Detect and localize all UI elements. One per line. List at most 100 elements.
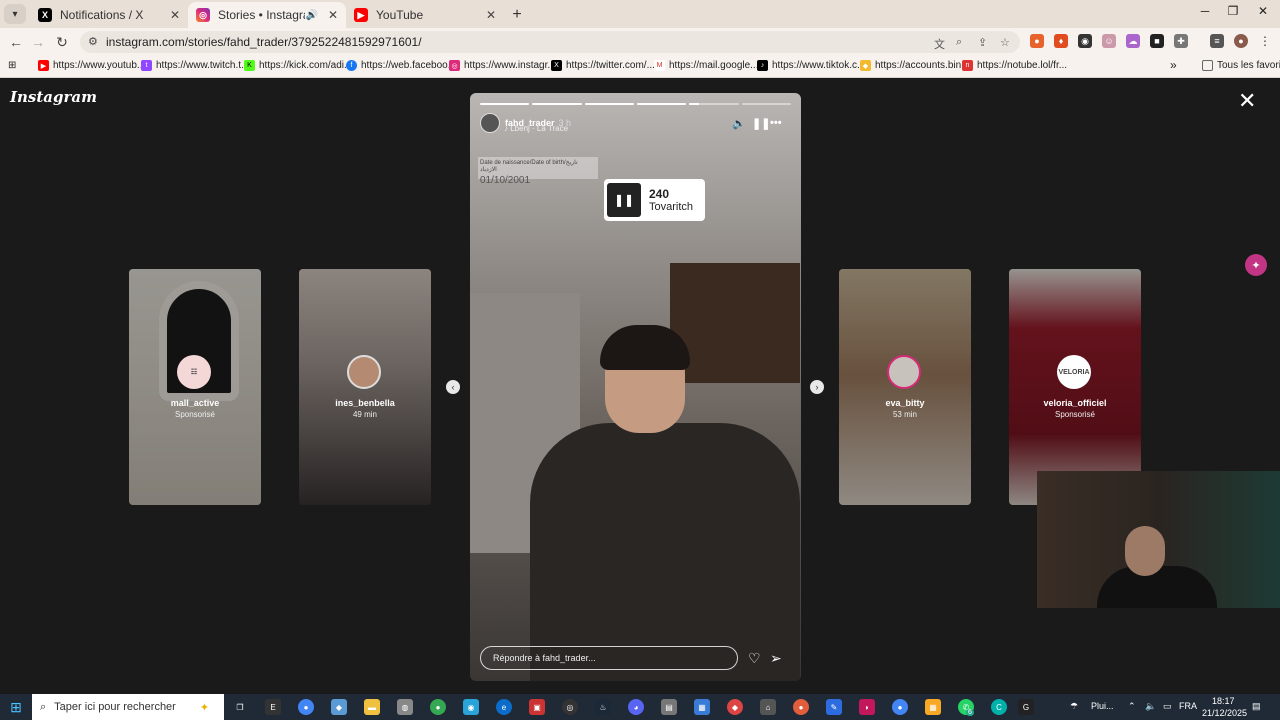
apps-grid-icon[interactable]: ⊞ xyxy=(8,60,16,71)
volume-icon[interactable]: 🔈 xyxy=(1145,701,1156,712)
notube-logo-icon: n xyxy=(962,60,973,71)
extension-dark-icon[interactable]: ■ xyxy=(1150,34,1164,48)
app-icon[interactable]: ✎ xyxy=(826,699,842,715)
site-info-icon[interactable]: ⚙ xyxy=(88,35,98,48)
taskbar-search[interactable]: ⌕ Taper ici pour rechercher ✦ xyxy=(32,694,224,720)
obs-icon[interactable]: ◎ xyxy=(562,699,578,715)
music-sticker[interactable]: ❚❚ 240 Tovaritch xyxy=(604,179,705,221)
tray-chevron-icon[interactable]: ⌃ xyxy=(1128,701,1136,712)
extension-circle-icon[interactable]: ◉ xyxy=(1078,34,1092,48)
clock-time[interactable]: 18:17 xyxy=(1212,696,1235,706)
chrome-icon[interactable]: ● xyxy=(892,699,908,715)
side-story-mall-active[interactable]: ☷ mall_active Sponsorisé xyxy=(129,269,261,505)
bookmark-twitch[interactable]: t https://www.twitch.t... xyxy=(141,60,249,71)
extension-badge-icon[interactable]: ✦ xyxy=(1245,254,1267,276)
minimize-button[interactable]: ─ xyxy=(1190,4,1220,18)
clock-date[interactable]: 21/12/2025 xyxy=(1202,708,1247,718)
bookmark-twitter[interactable]: Xhttps://twitter.com/... xyxy=(551,60,655,71)
app-icon[interactable]: ◉ xyxy=(463,699,479,715)
zoom-icon[interactable]: ⌕ xyxy=(956,36,962,49)
previous-story-button[interactable]: ‹ xyxy=(446,380,460,394)
translate-icon[interactable]: 文 xyxy=(934,36,945,52)
pause-icon[interactable]: ❚❚ xyxy=(752,117,770,130)
task-view-icon[interactable]: ❐ xyxy=(232,699,248,715)
side-story-ines-benbella[interactable]: ines_benbella 49 min xyxy=(299,269,431,505)
app-icon[interactable]: ◆ xyxy=(727,699,743,715)
bookmark-star-icon[interactable]: ☆ xyxy=(1000,36,1010,49)
like-heart-icon[interactable]: ♡ xyxy=(748,650,761,667)
install-icon[interactable]: ⇪ xyxy=(978,36,987,49)
app-icon[interactable]: G xyxy=(1018,699,1034,715)
forward-button[interactable]: → xyxy=(26,34,50,50)
weather-icon[interactable]: ☂ xyxy=(1070,701,1078,712)
notifications-icon[interactable]: ▤ xyxy=(1252,701,1261,712)
share-send-icon[interactable]: ➢ xyxy=(770,650,782,667)
app-icon[interactable]: ◍ xyxy=(397,699,413,715)
extensions-puzzle-icon[interactable]: ✚ xyxy=(1174,34,1188,48)
chrome-active-icon[interactable]: ● xyxy=(793,699,809,715)
calculator-icon[interactable]: ▦ xyxy=(694,699,710,715)
edge-icon[interactable]: e xyxy=(496,699,512,715)
restore-button[interactable]: ❐ xyxy=(1218,4,1248,18)
next-story-button[interactable]: › xyxy=(810,380,824,394)
bookmark-facebook[interactable]: f https://web.faceboo... xyxy=(346,60,456,71)
extension-fox-icon[interactable]: ● xyxy=(1030,34,1044,48)
tab-x[interactable]: X Notifications / X ✕ xyxy=(30,2,188,28)
story-music[interactable]: ♪ Lbenj · La Trace xyxy=(504,124,568,133)
app-icon[interactable]: ▦ xyxy=(925,699,941,715)
tab-instagram[interactable]: ◎ Stories • Instagram 🔊 ✕ xyxy=(188,2,346,28)
side-story-veloria-officiel[interactable]: VELORIA veloria_officiel Sponsorisé xyxy=(1009,269,1141,505)
extension-face-icon[interactable]: ☺ xyxy=(1102,34,1116,48)
close-window-button[interactable]: ✕ xyxy=(1248,4,1278,18)
language-indicator[interactable]: FRA xyxy=(1179,701,1197,711)
bookmark-binance[interactable]: ◆ https://accounts.bin... xyxy=(860,60,970,71)
side-story-eva-bitty[interactable]: eva_bitty 53 min xyxy=(839,269,971,505)
close-tab-icon[interactable]: ✕ xyxy=(328,8,338,22)
app-icon[interactable]: ▤ xyxy=(661,699,677,715)
story-avatar[interactable] xyxy=(480,113,500,133)
bookmark-instagram[interactable]: ◎ https://www.instagr... xyxy=(449,60,556,71)
chrome-profile-icon[interactable]: ● xyxy=(430,699,446,715)
profile-avatar[interactable]: ● xyxy=(1234,34,1248,48)
more-options-icon[interactable]: ••• xyxy=(770,117,782,129)
new-tab-button[interactable]: + xyxy=(504,2,530,28)
close-tab-icon[interactable]: ✕ xyxy=(486,8,496,22)
close-stories-button[interactable]: ✕ xyxy=(1238,90,1256,112)
more-bookmarks-chevron[interactable]: » xyxy=(1170,58,1177,72)
instagram-logo[interactable]: Instagram xyxy=(10,88,97,106)
media-control-icon[interactable]: ≡ xyxy=(1210,34,1224,48)
menu-kebab-icon[interactable]: ⋮ xyxy=(1258,34,1272,48)
bookmark-tiktok[interactable]: ♪ https://www.tiktok.c... xyxy=(757,60,865,71)
extension-fire-icon[interactable]: ♦ xyxy=(1054,34,1068,48)
app-icon[interactable]: ◆ xyxy=(331,699,347,715)
app-icon[interactable]: ◗ xyxy=(859,699,875,715)
epic-games-icon[interactable]: E xyxy=(265,699,281,715)
speaker-icon[interactable]: 🔊 xyxy=(305,10,317,21)
windows-start-icon[interactable]: ⊞ xyxy=(0,699,32,716)
app-icon[interactable]: ▣ xyxy=(529,699,545,715)
tab-youtube[interactable]: ▶ YouTube ✕ xyxy=(346,2,504,28)
discord-icon[interactable]: ◕ xyxy=(628,699,644,715)
close-tab-icon[interactable]: ✕ xyxy=(170,8,180,22)
address-bar[interactable]: ⚙ instagram.com/stories/fahd_trader/3792… xyxy=(80,31,1020,53)
file-explorer-icon[interactable]: ▬ xyxy=(364,699,380,715)
app-icon[interactable]: ⌂ xyxy=(760,699,776,715)
active-story[interactable]: fahd_trader 3 h ♪ Lbenj · La Trace 🔈 ❚❚ … xyxy=(470,93,801,681)
weather-label[interactable]: Plui... xyxy=(1091,701,1114,711)
steam-icon[interactable]: ♨ xyxy=(595,699,611,715)
chrome-icon[interactable]: ● xyxy=(298,699,314,715)
reload-button[interactable]: ↻ xyxy=(50,34,74,51)
bookmark-kick[interactable]: Khttps://kick.com/adi... xyxy=(244,60,352,71)
extension-cloud-icon[interactable]: ☁ xyxy=(1126,34,1140,48)
bookmark-gmail[interactable]: Mhttps://mail.google.... xyxy=(654,60,761,71)
network-icon[interactable]: ▭ xyxy=(1163,701,1172,712)
tab-search-button[interactable]: ▾ xyxy=(4,4,26,24)
bookmark-notube[interactable]: n https://notube.lol/fr... xyxy=(962,60,1067,71)
reply-input[interactable]: Répondre à fahd_trader... xyxy=(480,646,738,670)
youtube-logo-icon: ▶ xyxy=(38,60,49,71)
app-icon[interactable]: C xyxy=(991,699,1007,715)
bookmark-youtube[interactable]: ▶ https://www.youtub... xyxy=(38,60,145,71)
back-button[interactable]: ← xyxy=(4,34,28,50)
mute-icon[interactable]: 🔈 xyxy=(732,117,746,130)
all-bookmarks-folder[interactable]: Tous les favoris xyxy=(1202,60,1280,71)
